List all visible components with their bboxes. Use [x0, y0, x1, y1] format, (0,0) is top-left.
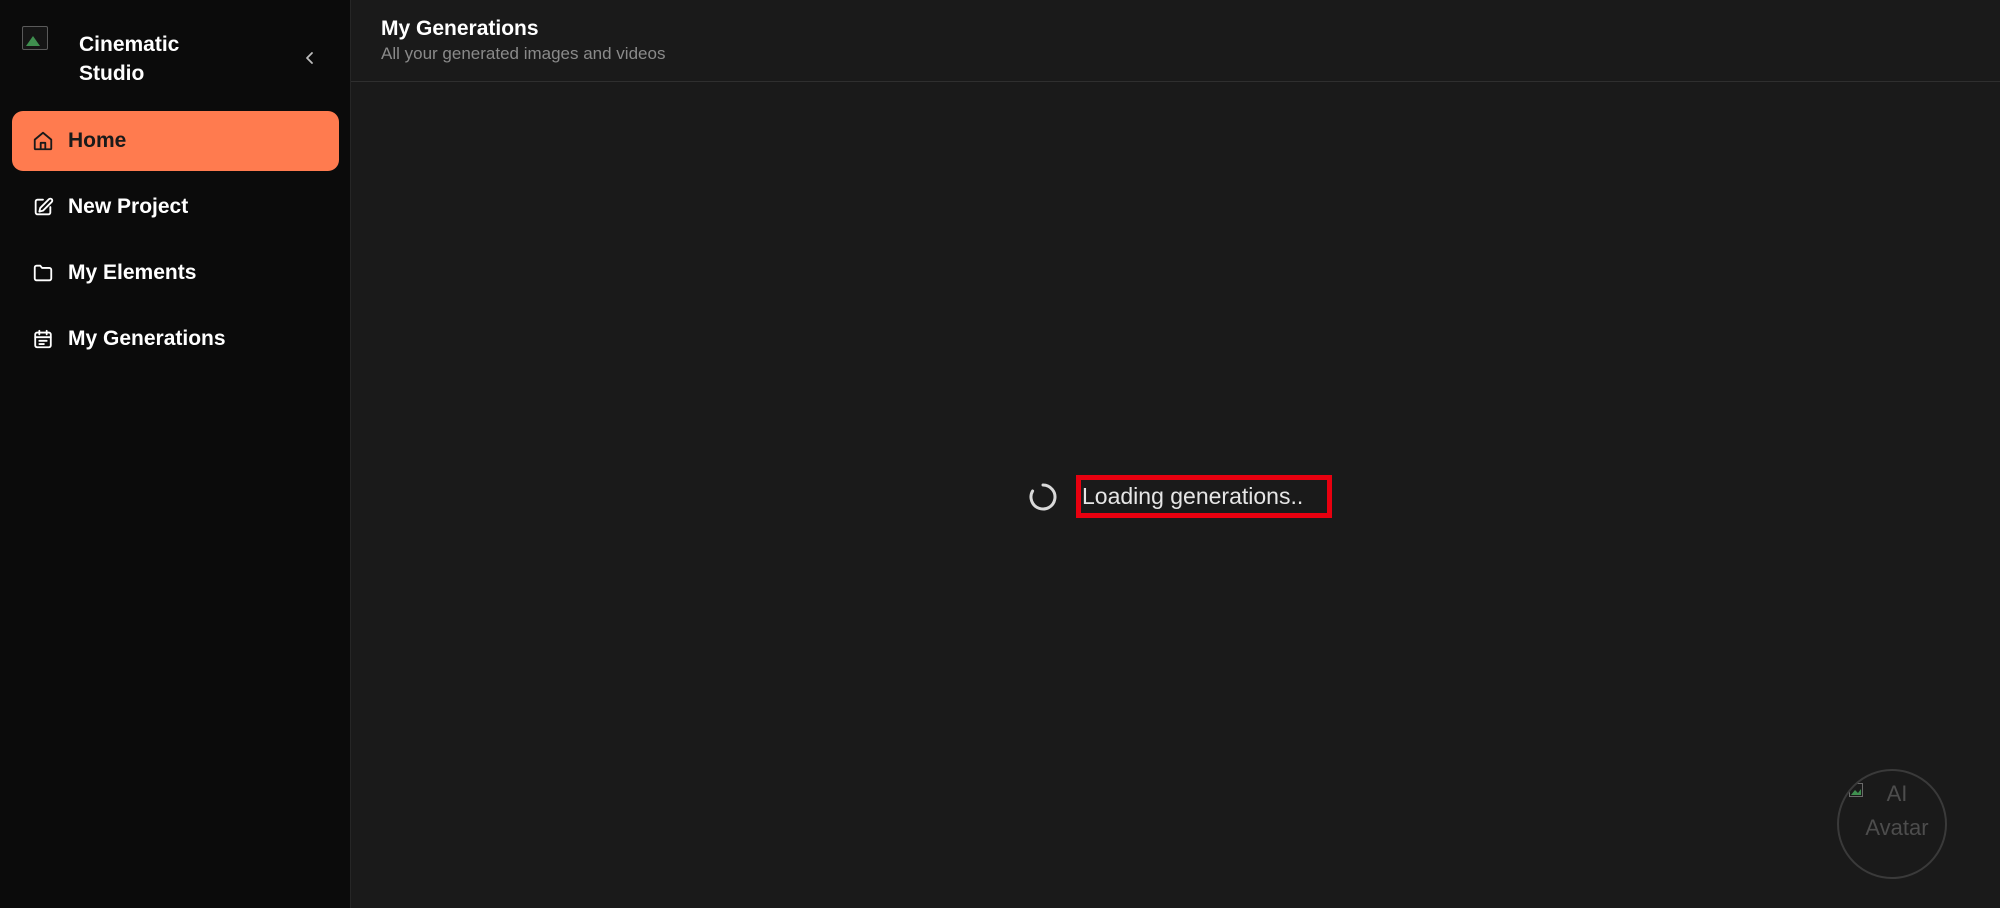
folder-icon — [30, 260, 56, 286]
sidebar-item-my-generations[interactable]: My Generations — [12, 309, 339, 369]
page-header: My Generations All your generated images… — [351, 0, 2000, 82]
brand-name: Cinematic Studio — [79, 33, 180, 85]
image-placeholder-icon — [22, 26, 48, 50]
sidebar-item-new-project[interactable]: New Project — [12, 177, 339, 237]
sidebar-item-home[interactable]: Home — [12, 111, 339, 171]
brand: Cinematic Studio — [22, 26, 179, 85]
avatar-alt-text: AI Avatar — [1865, 781, 1929, 840]
collapse-sidebar-button[interactable] — [296, 44, 324, 72]
app-root: Cinematic Studio Home New Project My Ele… — [0, 0, 2000, 908]
chevron-left-icon — [306, 52, 313, 64]
sidebar-item-my-elements[interactable]: My Elements — [12, 243, 339, 303]
loading-text: Loading generations.. — [1082, 483, 1304, 509]
ai-avatar-button[interactable]: AI Avatar — [1837, 769, 1947, 879]
spinner-icon — [1029, 483, 1057, 510]
sidebar-item-label: New Project — [68, 195, 189, 218]
loading-text-highlight: Loading generations.. — [1076, 475, 1332, 518]
sidebar-nav: Home New Project My Elements My Generati… — [12, 111, 339, 375]
sidebar: Cinematic Studio Home New Project My Ele… — [0, 0, 351, 908]
page-subtitle: All your generated images and videos — [381, 44, 666, 63]
loading-indicator: Loading generations.. — [1027, 475, 1332, 518]
main-content: My Generations All your generated images… — [351, 0, 2000, 908]
calendar-list-icon — [30, 326, 56, 352]
page-title: My Generations — [381, 17, 539, 40]
home-icon — [30, 128, 56, 154]
sidebar-item-label: My Elements — [68, 261, 197, 284]
sidebar-item-label: Home — [68, 129, 127, 152]
edit-icon — [30, 194, 56, 220]
sidebar-item-label: My Generations — [68, 327, 226, 350]
